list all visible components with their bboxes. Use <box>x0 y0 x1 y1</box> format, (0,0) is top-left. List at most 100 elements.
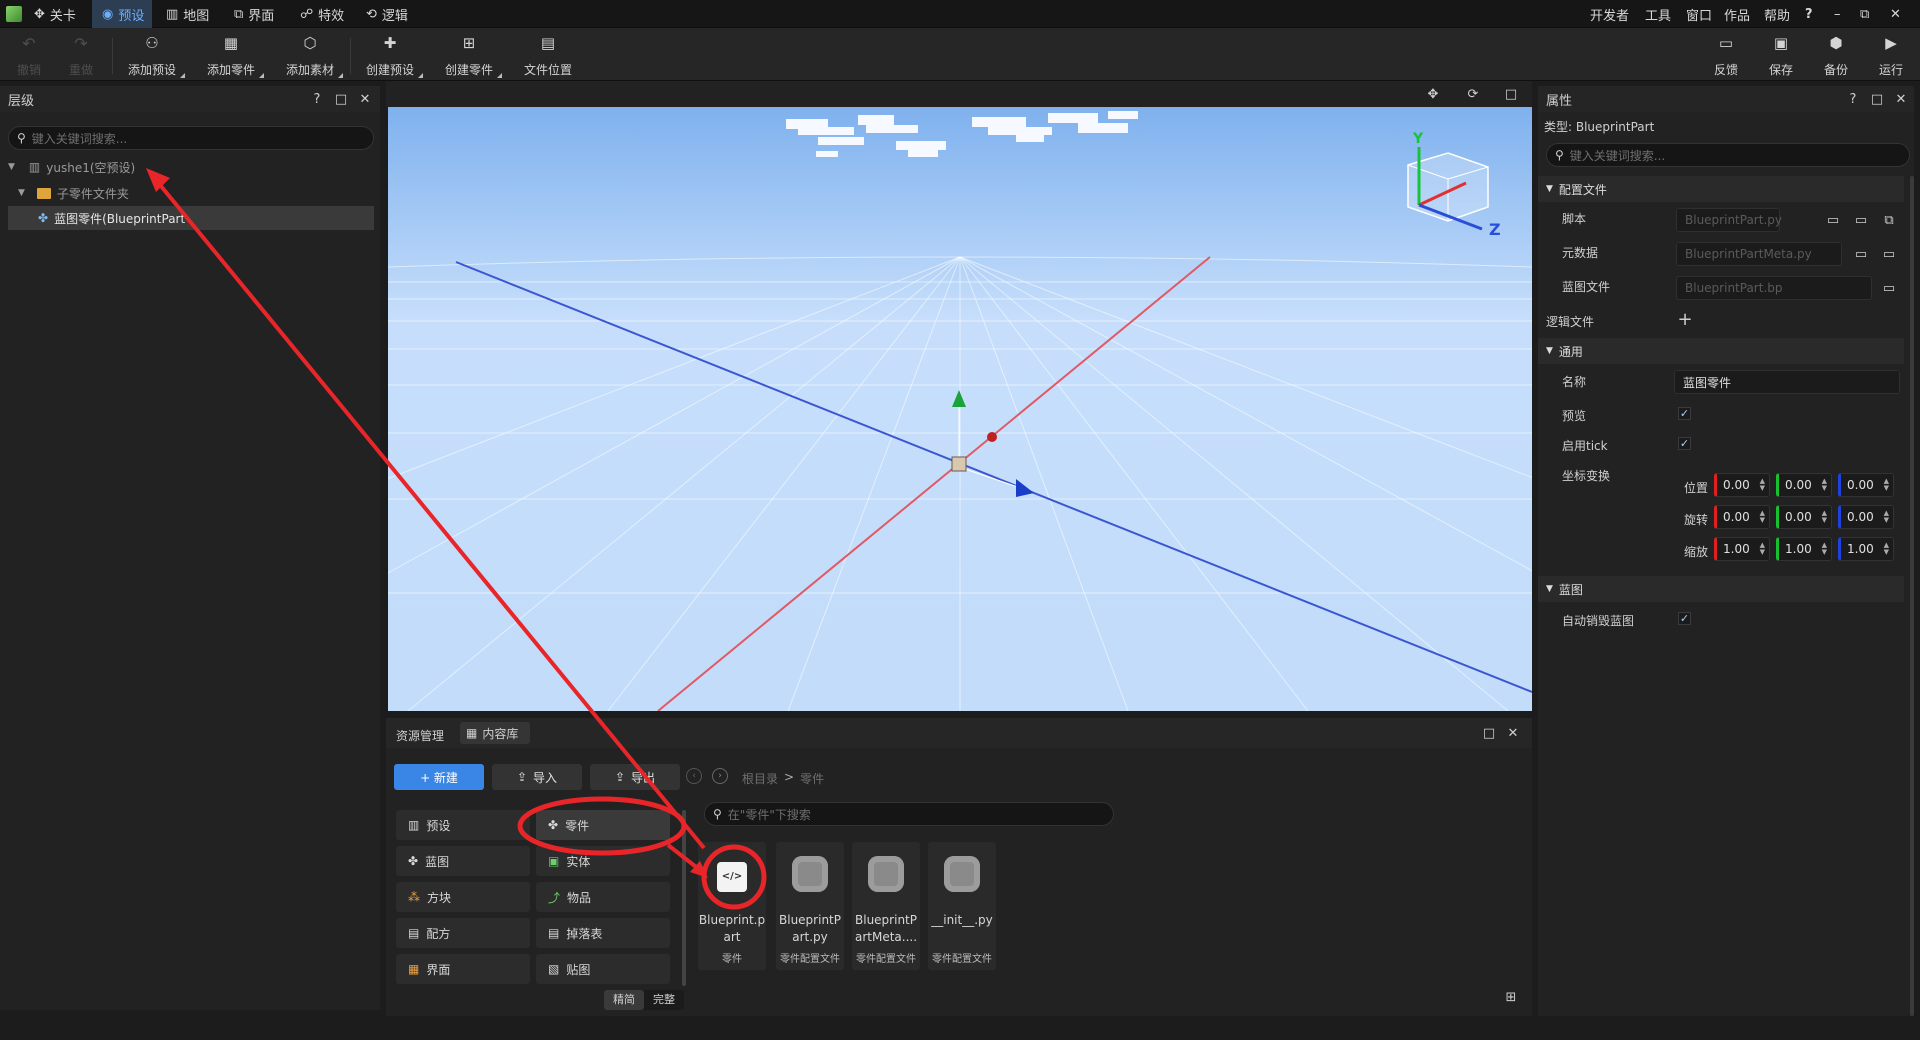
minimize-button[interactable]: – <box>1834 0 1841 28</box>
rotate-icon[interactable]: ⟳ <box>1464 85 1482 103</box>
tab-map[interactable]: ▥ 地图 <box>166 0 216 28</box>
import-button[interactable]: ⇪ 导入 <box>492 764 582 790</box>
tree-folder[interactable]: ▼ 子零件文件夹 <box>18 181 129 205</box>
asset-item-blueprintpartmeta-py[interactable]: BlueprintPartMeta.... 零件配置文件 <box>852 842 920 970</box>
scale-y-input[interactable]: 1.00 ▲ ▼ <box>1776 537 1832 561</box>
category-texture[interactable]: ▧ 贴图 <box>536 954 670 984</box>
undo-button[interactable]: ↶ 撤销 <box>14 34 44 78</box>
close-icon[interactable]: ✕ <box>1892 90 1910 108</box>
close-window-button[interactable]: ✕ <box>1890 0 1901 28</box>
name-field[interactable]: 蓝图零件 <box>1674 370 1900 394</box>
asset-item-blueprint-part[interactable]: </> Blueprint.part 零件 <box>698 842 766 970</box>
create-preset-button[interactable]: ✚ 创建预设 <box>364 34 423 78</box>
folder-icon[interactable]: ▭ <box>1852 211 1870 229</box>
category-ui[interactable]: ▦ 界面 <box>396 954 530 984</box>
new-button[interactable]: + 新建 <box>394 764 484 790</box>
autodestroy-checkbox[interactable]: ✓ <box>1678 612 1691 625</box>
menu-window[interactable]: 窗口 <box>1686 0 1712 28</box>
rotation-z-input[interactable]: 0.00 ▲ ▼ <box>1838 505 1894 529</box>
close-icon[interactable]: ✕ <box>356 90 374 108</box>
redo-button[interactable]: ↷ 重做 <box>66 34 96 78</box>
spinner-icon[interactable]: ▲ ▼ <box>1822 478 1827 492</box>
script-field[interactable]: BlueprintPart.py <box>1676 208 1782 232</box>
section-config-files[interactable]: ▼ 配置文件 <box>1538 176 1904 202</box>
scale-x-input[interactable]: 1.00 ▲ ▼ <box>1714 537 1770 561</box>
file-location-button[interactable]: ▤ 文件位置 <box>522 34 574 78</box>
edit-icon[interactable]: ⧉ <box>1880 211 1898 229</box>
category-scrollbar[interactable] <box>682 810 686 986</box>
spinner-icon[interactable]: ▲ ▼ <box>1760 478 1765 492</box>
asset-search[interactable]: ⚲ 在"零件"下搜索 <box>704 802 1114 826</box>
position-z-input[interactable]: 0.00 ▲ ▼ <box>1838 473 1894 497</box>
open-folder-icon[interactable]: ▭ <box>1852 245 1870 263</box>
tab-level[interactable]: ✥ 关卡 <box>34 0 84 28</box>
category-item[interactable]: ⤴ 物品 <box>536 882 670 912</box>
category-preset[interactable]: ▥ 预设 <box>396 810 530 840</box>
category-blueprint[interactable]: ✤ 蓝图 <box>396 846 530 876</box>
help-icon[interactable]: ? <box>308 90 326 108</box>
add-preset-button[interactable]: ⚇ 添加预设 <box>126 34 185 78</box>
add-part-button[interactable]: ▦ 添加零件 <box>205 34 264 78</box>
mode-full-button[interactable]: 完整 <box>644 990 684 1010</box>
properties-search[interactable]: ⚲ 键入关键词搜索... <box>1546 143 1910 167</box>
tree-item-selected[interactable]: ✤ 蓝图零件(BlueprintPart <box>8 206 374 230</box>
scene-viewport[interactable]: Y Z <box>388 107 1532 711</box>
position-x-input[interactable]: 0.00 ▲ ▼ <box>1714 473 1770 497</box>
scale-z-input[interactable]: 1.00 ▲ ▼ <box>1838 537 1894 561</box>
spinner-icon[interactable]: ▲ ▼ <box>1760 510 1765 524</box>
help-icon[interactable]: ? <box>1844 90 1862 108</box>
fullscreen-icon[interactable]: □ <box>1502 85 1520 103</box>
spinner-icon[interactable]: ▲ ▼ <box>1822 510 1827 524</box>
spinner-icon[interactable]: ▲ ▼ <box>1884 478 1889 492</box>
maximize-icon[interactable]: □ <box>1868 90 1886 108</box>
save-button[interactable]: ▣ 保存 <box>1767 34 1795 78</box>
tree-root[interactable]: ▼ ▥ yushe1(空预设) <box>8 155 135 179</box>
spinner-icon[interactable]: ▲ ▼ <box>1760 542 1765 556</box>
folder-icon[interactable]: ▭ <box>1880 279 1898 297</box>
category-loot-table[interactable]: ▤ 掉落表 <box>536 918 670 948</box>
category-recipe[interactable]: ▤ 配方 <box>396 918 530 948</box>
tab-ui[interactable]: ⧉ 界面 <box>234 0 284 28</box>
folder-icon[interactable]: ▭ <box>1880 245 1898 263</box>
grid-view-icon[interactable]: ⊞ <box>1502 988 1520 1006</box>
spinner-icon[interactable]: ▲ ▼ <box>1884 542 1889 556</box>
tab-content-library[interactable]: ▦ 内容库 <box>460 722 530 744</box>
help-icon[interactable]: ? <box>1805 0 1813 28</box>
menu-help[interactable]: 帮助 <box>1764 0 1790 28</box>
close-icon[interactable]: ✕ <box>1504 724 1522 742</box>
rotation-y-input[interactable]: 0.00 ▲ ▼ <box>1776 505 1832 529</box>
asset-item-blueprintpart-py[interactable]: BlueprintPart.py 零件配置文件 <box>776 842 844 970</box>
spinner-icon[interactable]: ▲ ▼ <box>1822 542 1827 556</box>
restore-button[interactable]: ⧉ <box>1860 0 1869 28</box>
menu-tools[interactable]: 工具 <box>1645 0 1671 28</box>
meta-field[interactable]: BlueprintPartMeta.py <box>1676 242 1842 266</box>
run-button[interactable]: ▶ 运行 <box>1877 34 1905 78</box>
bp-file-field[interactable]: BlueprintPart.bp <box>1676 276 1872 300</box>
backup-button[interactable]: ⬢ 备份 <box>1822 34 1850 78</box>
category-part[interactable]: ✤ 零件 <box>536 810 670 840</box>
menu-developer[interactable]: 开发者 <box>1590 0 1629 28</box>
add-icon[interactable]: + <box>1676 309 1694 330</box>
asset-item-init-py[interactable]: __init__.py 零件配置文件 <box>928 842 996 970</box>
properties-scrollbar[interactable] <box>1910 176 1914 1016</box>
tab-asset-manager[interactable]: 资源管理 <box>396 727 444 744</box>
open-folder-icon[interactable]: ▭ <box>1824 211 1842 229</box>
tab-preset[interactable]: ◉ 预设 <box>92 0 152 28</box>
add-asset-button[interactable]: ⬡ 添加素材 <box>284 34 343 78</box>
maximize-icon[interactable]: □ <box>332 90 350 108</box>
preview-checkbox[interactable]: ✓ <box>1678 407 1691 420</box>
tick-checkbox[interactable]: ✓ <box>1678 437 1691 450</box>
move-icon[interactable]: ✥ <box>1424 85 1442 103</box>
position-y-input[interactable]: 0.00 ▲ ▼ <box>1776 473 1832 497</box>
breadcrumb-leaf[interactable]: 零件 <box>800 770 824 787</box>
export-button[interactable]: ⇪ 导出 <box>590 764 680 790</box>
breadcrumb-root[interactable]: 根目录 <box>742 770 778 787</box>
forward-icon[interactable]: › <box>712 768 728 784</box>
menu-works[interactable]: 作品 <box>1724 0 1750 28</box>
tab-logic[interactable]: ⟲ 逻辑 <box>366 0 416 28</box>
mode-simple-button[interactable]: 精简 <box>604 990 644 1010</box>
category-entity[interactable]: ▣ 实体 <box>536 846 670 876</box>
section-blueprint[interactable]: ▼ 蓝图 <box>1538 576 1904 602</box>
back-icon[interactable]: ‹ <box>686 768 702 784</box>
rotation-x-input[interactable]: 0.00 ▲ ▼ <box>1714 505 1770 529</box>
